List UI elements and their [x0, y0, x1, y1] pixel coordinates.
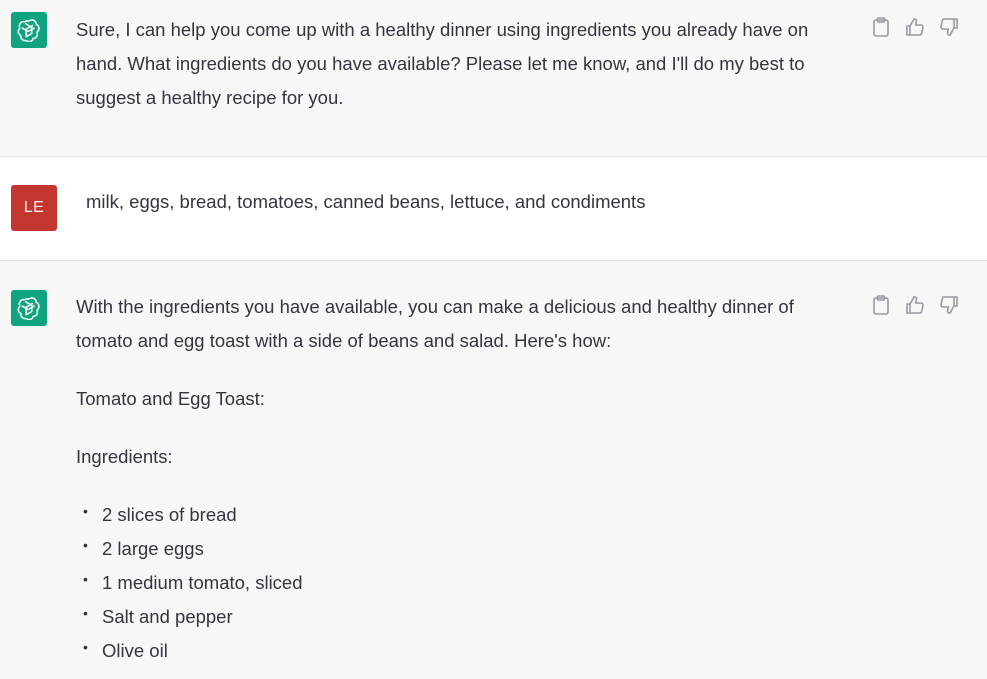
assistant-message: Sure, I can help you come up with a heal… [0, 0, 987, 156]
thumbs-up-icon[interactable] [903, 294, 927, 316]
list-item: • Olive oil [76, 634, 846, 668]
recipe-title: Tomato and Egg Toast: [76, 388, 265, 409]
thumbs-down-icon[interactable] [937, 16, 961, 38]
message-text: Sure, I can help you come up with a heal… [76, 19, 809, 108]
list-item: • Salt and pepper [76, 600, 846, 634]
message-content: With the ingredients you have available,… [76, 290, 846, 668]
assistant-avatar [11, 12, 47, 48]
ingredients-list: • 2 slices of bread • 2 large eggs • 1 medi… [76, 498, 846, 668]
clipboard-icon[interactable] [869, 16, 893, 38]
bullet: • [83, 639, 88, 655]
message-actions [869, 16, 961, 38]
user-avatar: LE [11, 185, 57, 231]
bullet: • [83, 503, 88, 519]
message-content: milk, eggs, bread, tomatoes, canned bean… [86, 185, 856, 219]
bullet: • [83, 537, 88, 553]
bullet: • [83, 605, 88, 621]
openai-logo-icon [17, 19, 40, 42]
message-content: Sure, I can help you come up with a heal… [76, 13, 846, 115]
list-item: • 2 slices of bread [76, 498, 846, 532]
bullet: • [83, 571, 88, 587]
ingredients-heading: Ingredients: [76, 446, 173, 467]
thumbs-up-icon[interactable] [903, 16, 927, 38]
message-intro: With the ingredients you have available,… [76, 296, 794, 351]
message-text: milk, eggs, bread, tomatoes, canned bean… [86, 191, 646, 212]
thumbs-down-icon[interactable] [937, 294, 961, 316]
list-item: • 2 large eggs [76, 532, 846, 566]
user-message: LE milk, eggs, bread, tomatoes, canned b… [0, 156, 987, 261]
clipboard-icon[interactable] [869, 294, 893, 316]
message-actions [869, 294, 961, 316]
assistant-avatar [11, 290, 47, 326]
assistant-message: With the ingredients you have available,… [0, 261, 987, 679]
openai-logo-icon [17, 297, 40, 320]
list-item: • 1 medium tomato, sliced [76, 566, 846, 600]
